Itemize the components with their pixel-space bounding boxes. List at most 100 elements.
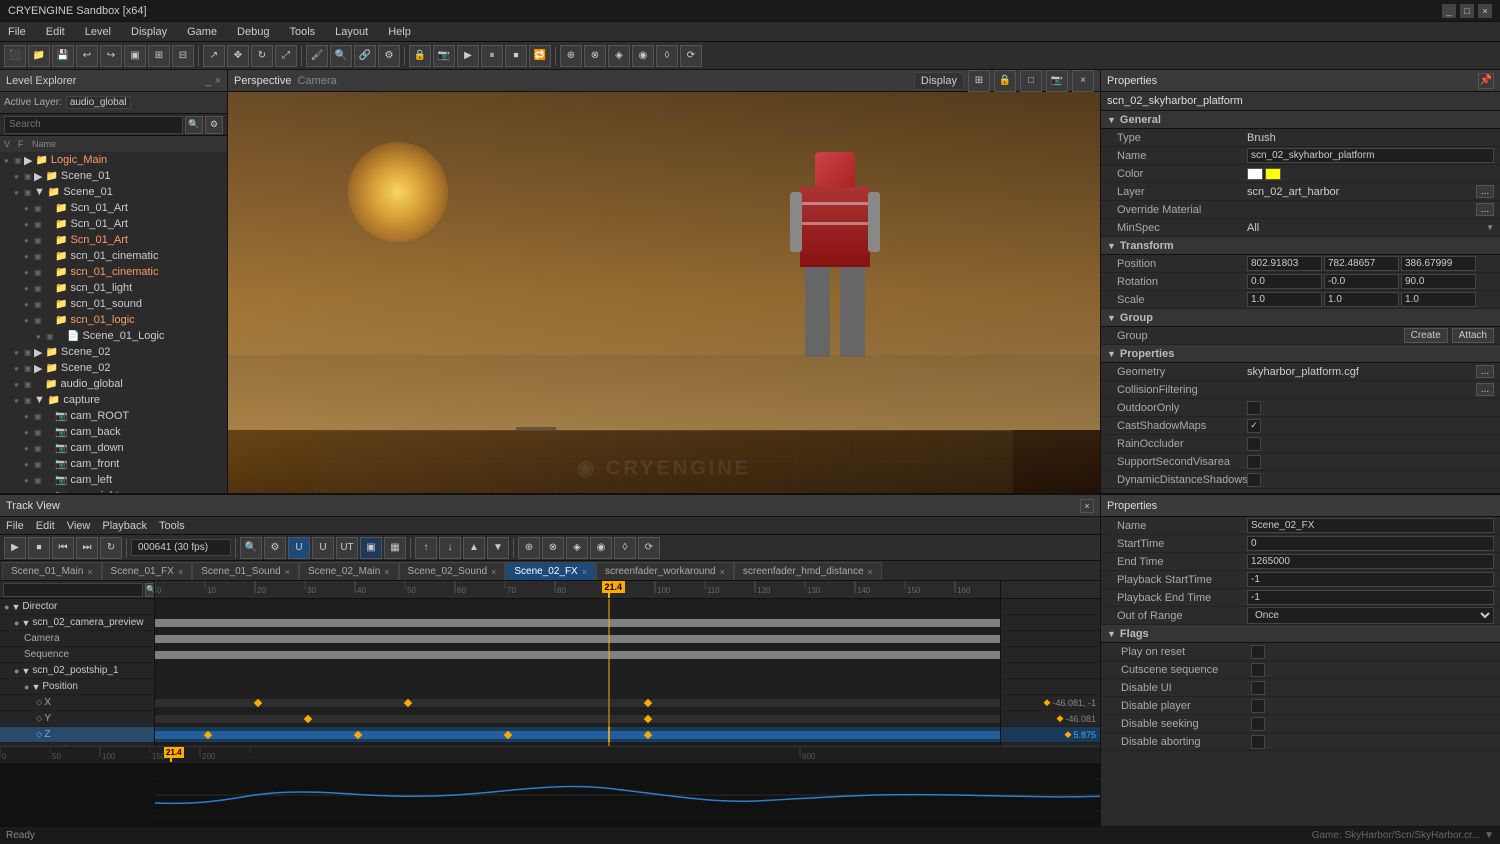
track-loop-btn[interactable]: ↻ [100, 537, 122, 559]
track-item-y[interactable]: ⬦ Y [0, 711, 154, 727]
prop-position-y[interactable] [1324, 256, 1399, 271]
menu-tools[interactable]: Tools [285, 24, 319, 40]
level-explorer-settings-btn[interactable]: ⚙ [205, 116, 223, 134]
tab-close[interactable]: × [491, 567, 496, 577]
tab-close[interactable]: × [868, 567, 873, 577]
maximize-button[interactable]: □ [1460, 4, 1474, 18]
list-item[interactable]: ● ▣ ▶ 📁 Scene_01 [0, 168, 227, 184]
section-group[interactable]: ▼ Group [1101, 309, 1500, 327]
track-item-postship[interactable]: ● ▼ scn_02_postship_1 [0, 663, 154, 679]
bottom-prop-endtime-input[interactable] [1247, 554, 1494, 569]
prop-scale-y[interactable] [1324, 292, 1399, 307]
list-item[interactable]: ● ▣ 📄 Scene_01_Logic [0, 328, 227, 344]
prop-position-x[interactable] [1247, 256, 1322, 271]
prop-castshadow-checkbox[interactable]: ✓ [1247, 419, 1261, 433]
track-item-x[interactable]: ⬦ X [0, 695, 154, 711]
list-item[interactable]: ● ▣ ▼ 📁 Scene_01 [0, 184, 227, 200]
toolbar-undo[interactable]: ↩ [76, 45, 98, 67]
level-explorer-close[interactable]: × [215, 75, 221, 87]
prop-position-z[interactable] [1401, 256, 1476, 271]
list-item[interactable]: ● ▣ ▶ 📁 Scene_02 [0, 344, 227, 360]
track-timeline[interactable]: 21.4 0 10 20 30 40 50 60 [155, 581, 1000, 746]
menu-game[interactable]: Game [183, 24, 221, 40]
track-misc9[interactable]: ◊ [614, 537, 636, 559]
flag-disable-aborting-checkbox[interactable] [1251, 735, 1265, 749]
track-item-position[interactable]: ● ▼ Position [0, 679, 154, 695]
toolbar-btn6[interactable]: ⊞ [148, 45, 170, 67]
prop-scale-x[interactable] [1247, 292, 1322, 307]
flag-disable-seeking-checkbox[interactable] [1251, 717, 1265, 731]
toolbar-misc6[interactable]: ⟳ [680, 45, 702, 67]
toolbar-btn7[interactable]: ⊟ [172, 45, 194, 67]
track-misc2[interactable]: ↓ [439, 537, 461, 559]
prop-secondvisarea-checkbox[interactable] [1247, 455, 1261, 469]
flag-disable-player-checkbox[interactable] [1251, 699, 1265, 713]
toolbar-misc3[interactable]: ◈ [608, 45, 630, 67]
minimize-button[interactable]: _ [1442, 4, 1456, 18]
viewport-maximize-btn[interactable]: □ [1020, 70, 1042, 92]
toolbar-scale[interactable]: ⤢ [275, 45, 297, 67]
prop-rotation-x[interactable] [1247, 274, 1322, 289]
bottom-prop-starttime-input[interactable] [1247, 536, 1494, 551]
section-general[interactable]: ▼ General [1101, 111, 1500, 129]
prop-create-btn[interactable]: Create [1404, 328, 1448, 343]
track-misc5[interactable]: ⊕ [518, 537, 540, 559]
bottom-prop-pb-starttime-input[interactable] [1247, 572, 1494, 587]
track-key3-btn[interactable]: UT [336, 537, 358, 559]
level-explorer-minimize[interactable]: _ [205, 75, 211, 87]
list-item[interactable]: ● ▣ 📷 cam_left [0, 472, 227, 488]
track-item-camera-preview[interactable]: ● ▼ scn_02_camera_preview [0, 615, 154, 631]
prop-outdoor-checkbox[interactable] [1247, 401, 1261, 415]
track-settings-btn[interactable]: ⚙ [264, 537, 286, 559]
toolbar-select[interactable]: ↗ [203, 45, 225, 67]
toolbar-search[interactable]: 🔍 [330, 45, 352, 67]
prop-layer-btn[interactable]: ... [1476, 185, 1494, 198]
prop-rotation-z[interactable] [1401, 274, 1476, 289]
tab-scene02-fx[interactable]: Scene_02_FX × [505, 562, 596, 580]
properties-pin-btn[interactable]: 📌 [1478, 73, 1494, 89]
toolbar-redo[interactable]: ↪ [100, 45, 122, 67]
prop-attach-btn[interactable]: Attach [1452, 328, 1494, 343]
list-item[interactable]: ● ▣ ▶ 📁 Scene_02 [0, 360, 227, 376]
track-item-sequence[interactable]: Sequence [0, 647, 154, 663]
menu-edit[interactable]: Edit [42, 24, 69, 40]
toolbar-lock[interactable]: 🔒 [409, 45, 431, 67]
track-prev-btn[interactable]: ⏮ [52, 537, 74, 559]
track-misc3[interactable]: ▲ [463, 537, 485, 559]
track-view-menu-file[interactable]: File [6, 520, 24, 532]
menu-display[interactable]: Display [127, 24, 171, 40]
section-props[interactable]: ▼ Properties [1101, 345, 1500, 363]
toolbar-open[interactable]: 📁 [28, 45, 50, 67]
bottom-prop-pb-endtime-input[interactable] [1247, 590, 1494, 605]
toolbar-camera[interactable]: 📷 [433, 45, 455, 67]
prop-dynamicshadow-checkbox[interactable] [1247, 473, 1261, 487]
tab-screenfader-workaround[interactable]: screenfader_workaround × [596, 562, 734, 580]
flag-play-on-reset-checkbox[interactable] [1251, 645, 1265, 659]
section-transform[interactable]: ▼ Transform [1101, 237, 1500, 255]
track-misc10[interactable]: ⟳ [638, 537, 660, 559]
track-item-z[interactable]: ⬦ Z [0, 727, 154, 743]
tab-close[interactable]: × [178, 567, 183, 577]
list-item[interactable]: ● ▣ 📁 audio_global [0, 376, 227, 392]
menu-layout[interactable]: Layout [331, 24, 372, 40]
toolbar-btn5[interactable]: ▣ [124, 45, 146, 67]
viewport-snap-btn[interactable]: 📷 [1046, 70, 1068, 92]
track-zoom-in[interactable]: 🔍 [240, 537, 262, 559]
list-item[interactable]: ● ▣ 📁 Scn_01_Art [0, 216, 227, 232]
tab-close[interactable]: × [285, 567, 290, 577]
bottom-prop-name-input[interactable] [1247, 518, 1494, 533]
track-key4-btn[interactable]: ▣ [360, 537, 382, 559]
track-view-menu-playback[interactable]: Playback [102, 520, 147, 532]
list-item[interactable]: ● ▣ 📁 Scn_01_Art [0, 200, 227, 216]
tab-close[interactable]: × [87, 567, 92, 577]
track-item-director[interactable]: ● ▼ Director [0, 599, 154, 615]
menu-debug[interactable]: Debug [233, 24, 273, 40]
display-btn[interactable]: Display [914, 72, 964, 90]
level-explorer-search[interactable] [4, 116, 183, 134]
list-item[interactable]: ● ▣ 📷 cam_back [0, 424, 227, 440]
list-item[interactable]: ● ▣ ▼ 📁 capture [0, 392, 227, 408]
track-view-menu-tools[interactable]: Tools [159, 520, 185, 532]
track-view-menu-edit[interactable]: Edit [36, 520, 55, 532]
toolbar-loop[interactable]: 🔁 [529, 45, 551, 67]
track-next-btn[interactable]: ⏭ [76, 537, 98, 559]
